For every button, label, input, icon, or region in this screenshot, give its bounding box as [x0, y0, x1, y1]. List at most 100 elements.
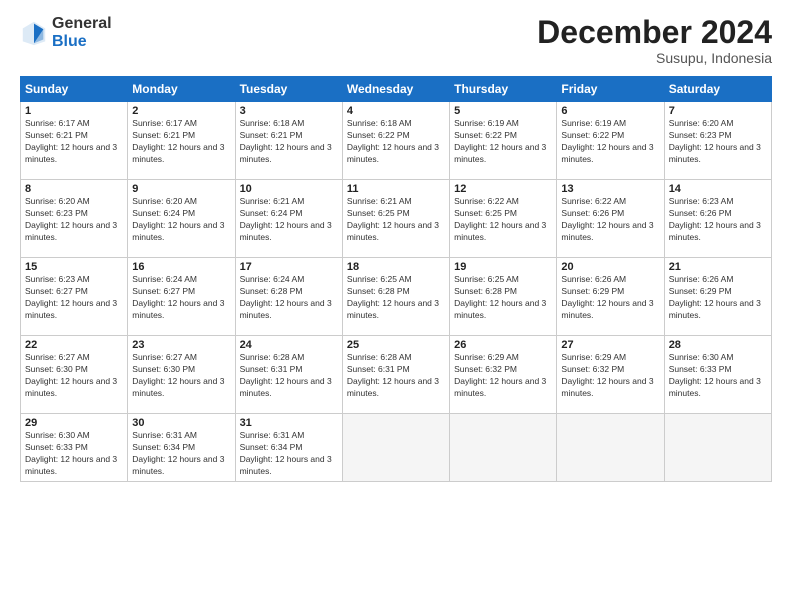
- day-info: Sunrise: 6:22 AM Sunset: 6:26 PM Dayligh…: [561, 196, 659, 244]
- day-number: 17: [240, 261, 338, 273]
- calendar-cell: 11 Sunrise: 6:21 AM Sunset: 6:25 PM Dayl…: [342, 180, 449, 258]
- day-info: Sunrise: 6:29 AM Sunset: 6:32 PM Dayligh…: [454, 352, 552, 400]
- day-info: Sunrise: 6:24 AM Sunset: 6:28 PM Dayligh…: [240, 274, 338, 322]
- day-info: Sunrise: 6:23 AM Sunset: 6:27 PM Dayligh…: [25, 274, 123, 322]
- calendar-cell: 13 Sunrise: 6:22 AM Sunset: 6:26 PM Dayl…: [557, 180, 664, 258]
- day-number: 28: [669, 339, 767, 351]
- day-number: 30: [132, 417, 230, 429]
- day-number: 4: [347, 105, 445, 117]
- day-number: 18: [347, 261, 445, 273]
- th-monday: Monday: [128, 77, 235, 102]
- day-info: Sunrise: 6:31 AM Sunset: 6:34 PM Dayligh…: [240, 430, 338, 478]
- day-number: 12: [454, 183, 552, 195]
- calendar-cell: 31 Sunrise: 6:31 AM Sunset: 6:34 PM Dayl…: [235, 414, 342, 482]
- calendar-cell: 24 Sunrise: 6:28 AM Sunset: 6:31 PM Dayl…: [235, 336, 342, 414]
- calendar-cell: 6 Sunrise: 6:19 AM Sunset: 6:22 PM Dayli…: [557, 102, 664, 180]
- day-number: 22: [25, 339, 123, 351]
- day-number: 10: [240, 183, 338, 195]
- calendar-cell: 27 Sunrise: 6:29 AM Sunset: 6:32 PM Dayl…: [557, 336, 664, 414]
- day-info: Sunrise: 6:24 AM Sunset: 6:27 PM Dayligh…: [132, 274, 230, 322]
- day-info: Sunrise: 6:29 AM Sunset: 6:32 PM Dayligh…: [561, 352, 659, 400]
- day-info: Sunrise: 6:26 AM Sunset: 6:29 PM Dayligh…: [561, 274, 659, 322]
- day-info: Sunrise: 6:23 AM Sunset: 6:26 PM Dayligh…: [669, 196, 767, 244]
- calendar-cell: 16 Sunrise: 6:24 AM Sunset: 6:27 PM Dayl…: [128, 258, 235, 336]
- day-info: Sunrise: 6:22 AM Sunset: 6:25 PM Dayligh…: [454, 196, 552, 244]
- day-number: 20: [561, 261, 659, 273]
- day-number: 11: [347, 183, 445, 195]
- th-friday: Friday: [557, 77, 664, 102]
- day-info: Sunrise: 6:28 AM Sunset: 6:31 PM Dayligh…: [347, 352, 445, 400]
- day-info: Sunrise: 6:30 AM Sunset: 6:33 PM Dayligh…: [669, 352, 767, 400]
- day-info: Sunrise: 6:21 AM Sunset: 6:24 PM Dayligh…: [240, 196, 338, 244]
- day-number: 13: [561, 183, 659, 195]
- calendar-cell: 18 Sunrise: 6:25 AM Sunset: 6:28 PM Dayl…: [342, 258, 449, 336]
- calendar-row: 22 Sunrise: 6:27 AM Sunset: 6:30 PM Dayl…: [21, 336, 772, 414]
- day-number: 24: [240, 339, 338, 351]
- calendar-cell: 15 Sunrise: 6:23 AM Sunset: 6:27 PM Dayl…: [21, 258, 128, 336]
- day-number: 9: [132, 183, 230, 195]
- day-number: 19: [454, 261, 552, 273]
- logo-text: General Blue: [52, 15, 112, 50]
- day-info: Sunrise: 6:18 AM Sunset: 6:21 PM Dayligh…: [240, 118, 338, 166]
- day-number: 1: [25, 105, 123, 117]
- day-number: 21: [669, 261, 767, 273]
- th-tuesday: Tuesday: [235, 77, 342, 102]
- calendar-cell: 20 Sunrise: 6:26 AM Sunset: 6:29 PM Dayl…: [557, 258, 664, 336]
- day-info: Sunrise: 6:19 AM Sunset: 6:22 PM Dayligh…: [561, 118, 659, 166]
- calendar-cell: 22 Sunrise: 6:27 AM Sunset: 6:30 PM Dayl…: [21, 336, 128, 414]
- calendar-cell: 1 Sunrise: 6:17 AM Sunset: 6:21 PM Dayli…: [21, 102, 128, 180]
- day-info: Sunrise: 6:27 AM Sunset: 6:30 PM Dayligh…: [132, 352, 230, 400]
- day-info: Sunrise: 6:17 AM Sunset: 6:21 PM Dayligh…: [25, 118, 123, 166]
- calendar-cell: 25 Sunrise: 6:28 AM Sunset: 6:31 PM Dayl…: [342, 336, 449, 414]
- day-number: 2: [132, 105, 230, 117]
- day-info: Sunrise: 6:18 AM Sunset: 6:22 PM Dayligh…: [347, 118, 445, 166]
- day-number: 29: [25, 417, 123, 429]
- logo-icon: [20, 19, 48, 47]
- day-number: 5: [454, 105, 552, 117]
- day-info: Sunrise: 6:25 AM Sunset: 6:28 PM Dayligh…: [347, 274, 445, 322]
- day-number: 16: [132, 261, 230, 273]
- th-saturday: Saturday: [664, 77, 771, 102]
- calendar-cell: 17 Sunrise: 6:24 AM Sunset: 6:28 PM Dayl…: [235, 258, 342, 336]
- calendar-row: 1 Sunrise: 6:17 AM Sunset: 6:21 PM Dayli…: [21, 102, 772, 180]
- day-number: 26: [454, 339, 552, 351]
- day-number: 7: [669, 105, 767, 117]
- day-info: Sunrise: 6:20 AM Sunset: 6:24 PM Dayligh…: [132, 196, 230, 244]
- calendar-cell: 3 Sunrise: 6:18 AM Sunset: 6:21 PM Dayli…: [235, 102, 342, 180]
- day-info: Sunrise: 6:17 AM Sunset: 6:21 PM Dayligh…: [132, 118, 230, 166]
- th-thursday: Thursday: [450, 77, 557, 102]
- logo-general-text: General: [52, 15, 112, 33]
- day-number: 3: [240, 105, 338, 117]
- calendar-cell: 8 Sunrise: 6:20 AM Sunset: 6:23 PM Dayli…: [21, 180, 128, 258]
- calendar-cell: 12 Sunrise: 6:22 AM Sunset: 6:25 PM Dayl…: [450, 180, 557, 258]
- day-number: 15: [25, 261, 123, 273]
- calendar-cell: [664, 414, 771, 482]
- calendar-cell: 29 Sunrise: 6:30 AM Sunset: 6:33 PM Dayl…: [21, 414, 128, 482]
- calendar-table: Sunday Monday Tuesday Wednesday Thursday…: [20, 76, 772, 482]
- calendar-cell: 4 Sunrise: 6:18 AM Sunset: 6:22 PM Dayli…: [342, 102, 449, 180]
- day-number: 14: [669, 183, 767, 195]
- calendar-cell: 21 Sunrise: 6:26 AM Sunset: 6:29 PM Dayl…: [664, 258, 771, 336]
- th-wednesday: Wednesday: [342, 77, 449, 102]
- calendar-row: 29 Sunrise: 6:30 AM Sunset: 6:33 PM Dayl…: [21, 414, 772, 482]
- calendar-cell: [342, 414, 449, 482]
- logo: General Blue: [20, 15, 112, 50]
- calendar-cell: [557, 414, 664, 482]
- calendar-cell: 30 Sunrise: 6:31 AM Sunset: 6:34 PM Dayl…: [128, 414, 235, 482]
- day-info: Sunrise: 6:19 AM Sunset: 6:22 PM Dayligh…: [454, 118, 552, 166]
- title-block: December 2024 Susupu, Indonesia: [537, 15, 772, 66]
- calendar-cell: 9 Sunrise: 6:20 AM Sunset: 6:24 PM Dayli…: [128, 180, 235, 258]
- calendar-cell: 28 Sunrise: 6:30 AM Sunset: 6:33 PM Dayl…: [664, 336, 771, 414]
- calendar-row: 15 Sunrise: 6:23 AM Sunset: 6:27 PM Dayl…: [21, 258, 772, 336]
- day-info: Sunrise: 6:28 AM Sunset: 6:31 PM Dayligh…: [240, 352, 338, 400]
- day-info: Sunrise: 6:21 AM Sunset: 6:25 PM Dayligh…: [347, 196, 445, 244]
- weekday-header-row: Sunday Monday Tuesday Wednesday Thursday…: [21, 77, 772, 102]
- day-number: 31: [240, 417, 338, 429]
- day-info: Sunrise: 6:26 AM Sunset: 6:29 PM Dayligh…: [669, 274, 767, 322]
- day-info: Sunrise: 6:25 AM Sunset: 6:28 PM Dayligh…: [454, 274, 552, 322]
- month-title: December 2024: [537, 15, 772, 50]
- calendar-cell: [450, 414, 557, 482]
- day-info: Sunrise: 6:27 AM Sunset: 6:30 PM Dayligh…: [25, 352, 123, 400]
- calendar-cell: 19 Sunrise: 6:25 AM Sunset: 6:28 PM Dayl…: [450, 258, 557, 336]
- calendar-cell: 7 Sunrise: 6:20 AM Sunset: 6:23 PM Dayli…: [664, 102, 771, 180]
